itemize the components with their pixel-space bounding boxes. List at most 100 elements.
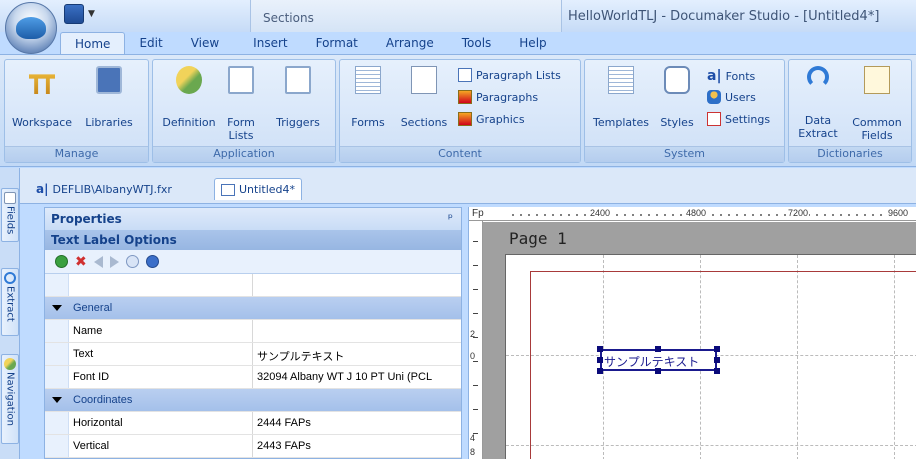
templates-button[interactable]: Templates bbox=[589, 66, 653, 129]
side-tab-navigation[interactable]: Navigation bbox=[1, 354, 19, 444]
data-extract-icon bbox=[807, 66, 829, 88]
form-lists-button[interactable]: Form Lists bbox=[219, 66, 263, 142]
vertical-ruler: 2 0 4 8 bbox=[469, 221, 483, 459]
horizontal-ruler: Fp 2400 4800 7200 9600 bbox=[469, 207, 916, 221]
settings-button[interactable]: Settings bbox=[707, 112, 770, 126]
users-label: Users bbox=[725, 90, 756, 104]
definition-button[interactable]: Definition bbox=[159, 66, 219, 129]
paragraph-lists-button[interactable]: Paragraph Lists bbox=[458, 68, 561, 82]
common-fields-button[interactable]: Common Fields bbox=[847, 66, 907, 142]
save-icon[interactable] bbox=[64, 4, 84, 24]
tab-arrange[interactable]: Arrange bbox=[372, 32, 448, 54]
resize-handle[interactable] bbox=[655, 368, 661, 374]
resize-handle[interactable] bbox=[714, 368, 720, 374]
group-label-dictionaries: Dictionaries bbox=[789, 146, 911, 162]
property-category[interactable]: General bbox=[45, 297, 461, 320]
property-row[interactable]: Font ID 32094 Albany WT J 10 PT Uni (PCL bbox=[45, 366, 461, 389]
settings-icon bbox=[707, 112, 721, 126]
app-logo-icon bbox=[16, 17, 46, 39]
property-row[interactable]: Vertical 2443 FAPs bbox=[45, 435, 461, 458]
fields-icon bbox=[4, 192, 16, 204]
move-right-icon[interactable] bbox=[109, 255, 119, 268]
triggers-button[interactable]: Triggers bbox=[265, 66, 331, 129]
group-content: Forms Sections Paragraph Lists Paragraph… bbox=[339, 59, 581, 163]
ruler-label: 4800 bbox=[685, 208, 708, 218]
property-row[interactable]: Horizontal 2444 FAPs bbox=[45, 412, 461, 435]
pin-icon[interactable]: ᵖ bbox=[448, 211, 453, 225]
resize-handle[interactable] bbox=[597, 357, 603, 363]
side-tab-extract[interactable]: Extract bbox=[1, 268, 19, 336]
info-icon[interactable] bbox=[125, 255, 139, 268]
property-name: Text bbox=[69, 343, 253, 365]
tab-edit[interactable]: Edit bbox=[125, 32, 176, 54]
property-value[interactable]: 32094 Albany WT J 10 PT Uni (PCL bbox=[253, 366, 461, 388]
tab-format[interactable]: Format bbox=[302, 32, 372, 54]
tab-home[interactable]: Home bbox=[60, 32, 126, 54]
paragraph-lists-icon bbox=[458, 68, 472, 82]
property-row[interactable]: Text サンプルテキスト bbox=[45, 343, 461, 366]
ruler-ticks bbox=[509, 208, 909, 218]
tab-tools[interactable]: Tools bbox=[448, 32, 506, 54]
property-value[interactable]: サンプルテキスト bbox=[253, 343, 461, 365]
sections-button[interactable]: Sections bbox=[394, 66, 454, 129]
users-button[interactable]: Users bbox=[707, 90, 756, 104]
paragraphs-button[interactable]: Paragraphs bbox=[458, 90, 538, 104]
help-icon[interactable] bbox=[145, 255, 159, 268]
side-tab-fields[interactable]: Fields bbox=[1, 188, 19, 242]
extract-icon bbox=[4, 272, 16, 284]
fonts-button[interactable]: a| Fonts bbox=[707, 68, 755, 84]
property-row[interactable] bbox=[45, 274, 461, 297]
doc-tab-library[interactable]: a| DEFLIB\AlbanyWTJ.fxr bbox=[30, 178, 178, 200]
delete-icon[interactable]: ✖ bbox=[75, 254, 87, 270]
resize-handle[interactable] bbox=[597, 368, 603, 374]
forms-button[interactable]: Forms bbox=[344, 66, 392, 129]
design-canvas[interactable]: Fp 2400 4800 7200 9600 2 0 4 8 Page 1 サン… bbox=[468, 207, 916, 459]
resize-handle[interactable] bbox=[714, 346, 720, 352]
styles-button[interactable]: Styles bbox=[655, 66, 699, 129]
doc-tab-untitled[interactable]: Untitled4* bbox=[214, 178, 303, 200]
tab-insert[interactable]: Insert bbox=[239, 32, 301, 54]
resize-handle[interactable] bbox=[714, 357, 720, 363]
sections-label: Sections bbox=[400, 116, 448, 129]
workspace-icon bbox=[29, 74, 55, 94]
tab-view[interactable]: View bbox=[177, 32, 233, 54]
paragraphs-icon bbox=[458, 90, 472, 104]
libraries-icon bbox=[96, 66, 122, 94]
tab-help[interactable]: Help bbox=[505, 32, 560, 54]
graphics-label: Graphics bbox=[476, 112, 525, 126]
triggers-icon bbox=[285, 66, 311, 94]
property-value[interactable]: 2444 FAPs bbox=[253, 412, 461, 434]
application-menu-button[interactable] bbox=[5, 2, 57, 54]
properties-panel: Properties ᵖ Text Label Options ✖ Genera… bbox=[44, 207, 462, 459]
form-lists-label-1: Form bbox=[227, 116, 255, 129]
triggers-label: Triggers bbox=[276, 116, 320, 129]
window-title: HelloWorldTLJ - Documaker Studio - [Unti… bbox=[568, 9, 880, 24]
qat-dropdown-icon[interactable]: ▼ bbox=[88, 9, 95, 19]
ribbon: Workspace Libraries Manage Definition Fo… bbox=[0, 54, 916, 167]
collapse-caret-icon[interactable] bbox=[52, 305, 62, 311]
move-left-icon[interactable] bbox=[93, 255, 103, 268]
ruler-units[interactable]: Fp bbox=[472, 208, 484, 219]
styles-icon bbox=[664, 66, 690, 94]
workspace-button[interactable]: Workspace bbox=[11, 66, 73, 129]
property-value[interactable] bbox=[253, 320, 461, 342]
graphics-icon bbox=[458, 112, 472, 126]
paragraphs-label: Paragraphs bbox=[476, 90, 539, 104]
properties-subtitle: Text Label Options bbox=[45, 230, 461, 250]
collapse-caret-icon[interactable] bbox=[52, 397, 62, 403]
resize-handle[interactable] bbox=[655, 346, 661, 352]
graphics-button[interactable]: Graphics bbox=[458, 112, 525, 126]
property-category[interactable]: Coordinates bbox=[45, 389, 461, 412]
add-icon[interactable] bbox=[55, 255, 68, 268]
data-extract-button[interactable]: Data Extract bbox=[793, 66, 843, 140]
common-fields-label-2: Fields bbox=[861, 129, 893, 142]
group-system: Templates Styles a| Fonts Users Settings… bbox=[584, 59, 785, 163]
libraries-button[interactable]: Libraries bbox=[73, 66, 145, 129]
forms-icon bbox=[355, 66, 381, 94]
property-value[interactable]: 2443 FAPs bbox=[253, 435, 461, 457]
resize-handle[interactable] bbox=[597, 346, 603, 352]
property-row[interactable]: Name bbox=[45, 320, 461, 343]
group-label-application: Application bbox=[153, 146, 335, 162]
ruler-left-label: 4 bbox=[470, 433, 476, 443]
ruler-label: 9600 bbox=[887, 208, 910, 218]
